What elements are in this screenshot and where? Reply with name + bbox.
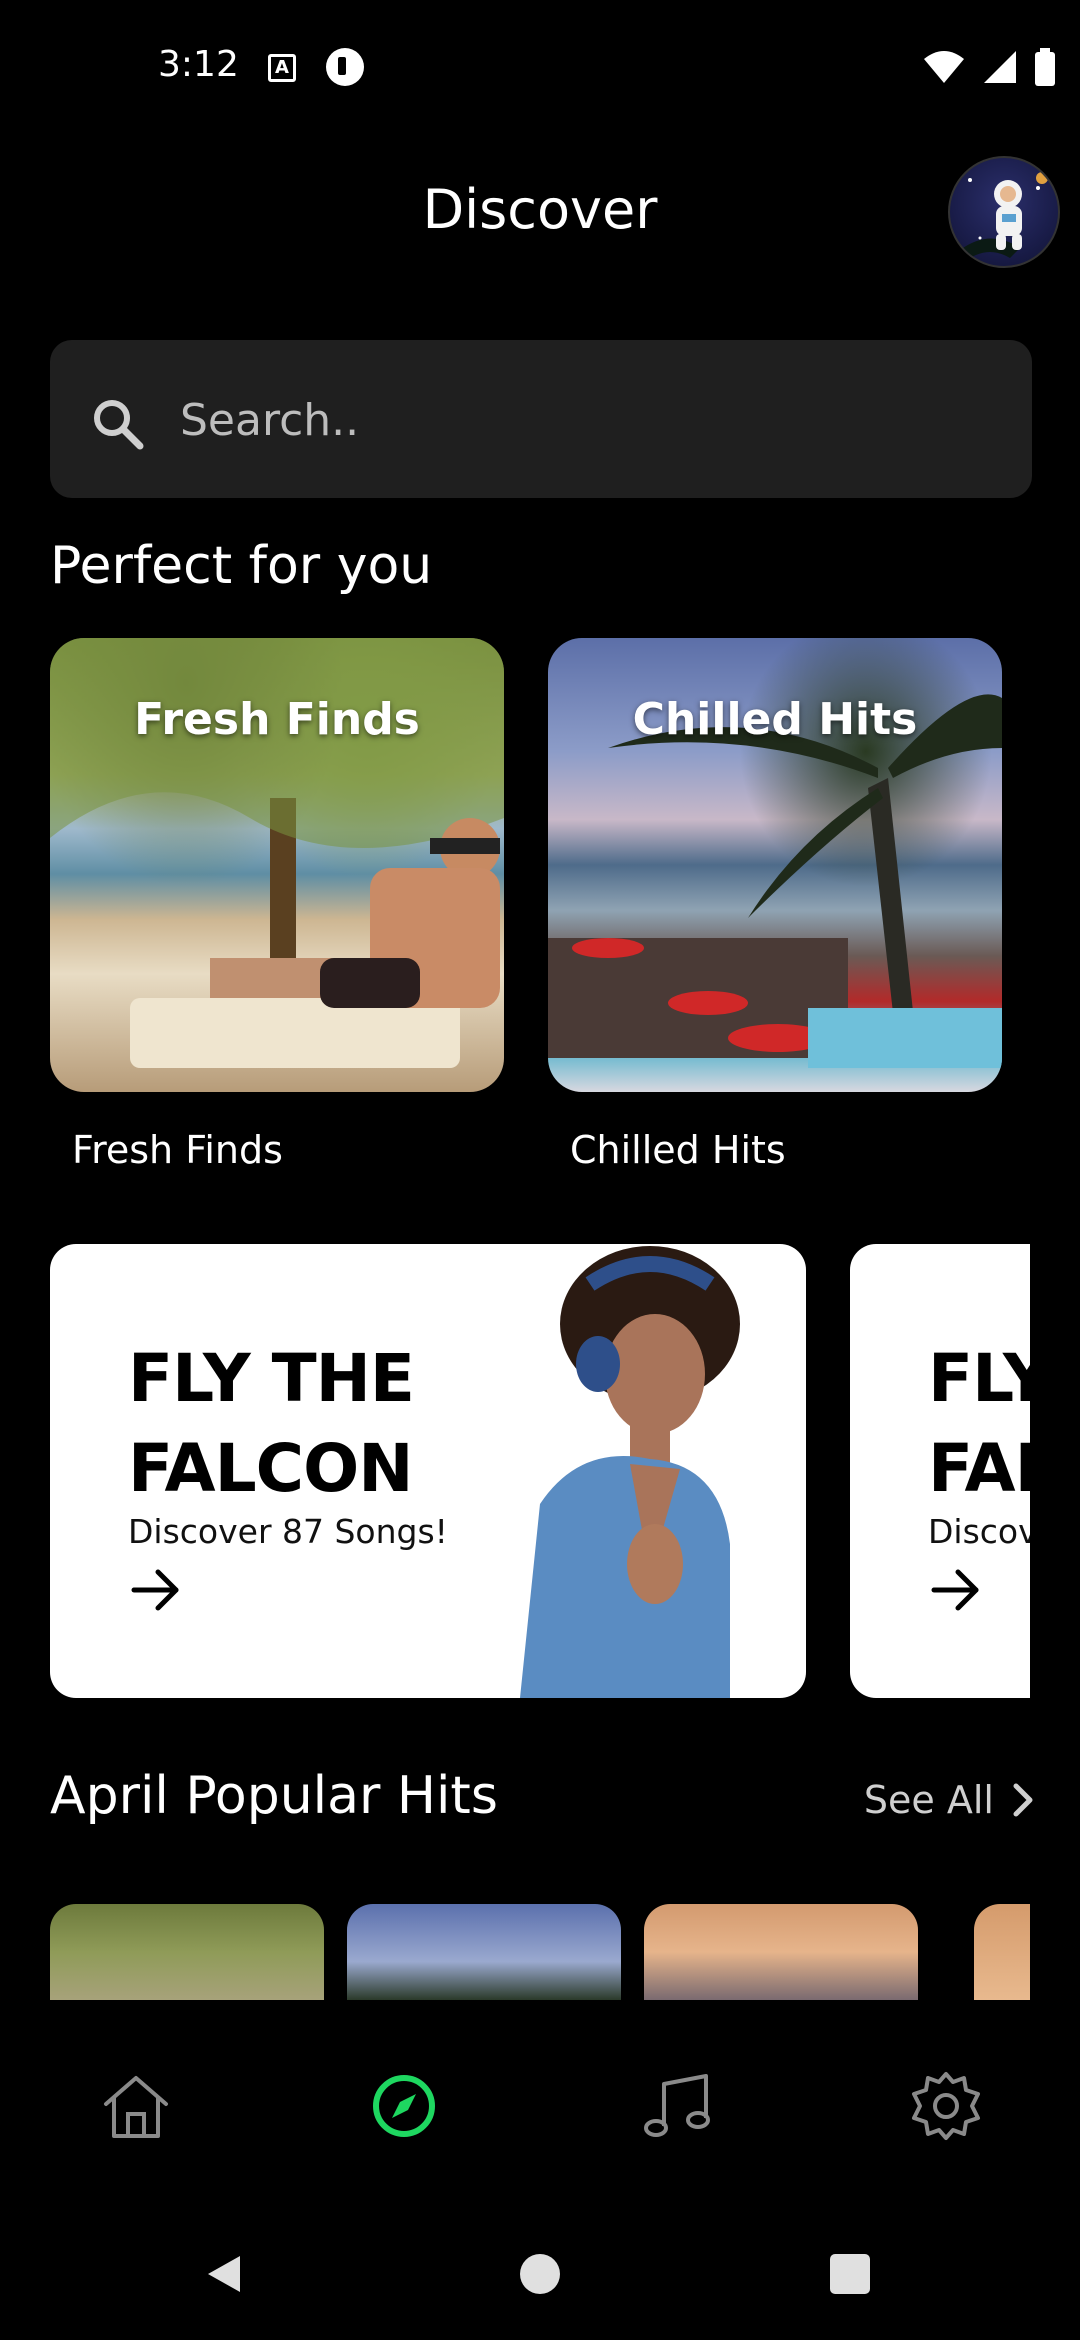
signal-icon [984, 51, 1016, 83]
playlist-label[interactable]: Fresh Finds [72, 1128, 283, 1172]
section-title-april-popular-hits: April Popular Hits [50, 1766, 498, 1826]
arrow-right-icon[interactable] [928, 1562, 984, 1618]
page-title: Discover [422, 178, 658, 241]
playlist-label[interactable]: Chilled Hits [570, 1128, 786, 1172]
hit-thumbnail[interactable] [644, 1904, 918, 2000]
hit-thumbnail[interactable] [347, 1904, 621, 2000]
playlist-card-chilled-hits[interactable]: Chilled Hits [548, 638, 1002, 1092]
a-badge-icon: A [268, 54, 296, 82]
section-title-perfect-for-you: Perfect for you [50, 536, 433, 596]
avatar[interactable] [948, 156, 1060, 268]
playlist-card-title: Chilled Hits [632, 694, 918, 745]
system-nav-bar [0, 2200, 1080, 2340]
status-icons [922, 48, 1056, 86]
astronaut-avatar-icon [960, 172, 1048, 258]
woman-headphones-image [520, 1246, 740, 1698]
battery-icon [1035, 48, 1055, 86]
status-bar: 3:12 A [0, 0, 1080, 138]
settings-icon[interactable] [906, 2066, 986, 2146]
see-all-link[interactable]: See All [864, 1778, 1036, 1822]
home-icon[interactable] [96, 2066, 176, 2146]
promo-banner[interactable]: FLY THE FALCON Discover 87 Songs! [50, 1244, 806, 1698]
playlist-card-title: Fresh Finds [134, 694, 420, 745]
back-icon[interactable] [200, 2250, 248, 2298]
banner-subtitle: Discover 87 Songs! [128, 1512, 448, 1551]
banner-subtitle: Discover 87 Songs! [928, 1512, 1030, 1551]
see-all-label: See All [863, 1778, 994, 1822]
banner-title: FLY THE FALCON [928, 1340, 1030, 1507]
status-time: 3:12 [158, 44, 239, 85]
hit-thumbnail[interactable] [974, 1904, 1030, 2000]
promo-banner[interactable]: FLY THE FALCON Discover 87 Songs! [850, 1244, 1030, 1698]
home-circle-icon[interactable] [518, 2252, 562, 2296]
banner-title: FLY THE FALCON [128, 1340, 415, 1507]
pocket-icon [326, 48, 364, 86]
chevron-right-icon [1013, 1783, 1033, 1817]
bottom-nav [0, 2010, 1080, 2200]
recents-icon[interactable] [828, 2252, 872, 2296]
music-note-icon[interactable] [636, 2066, 716, 2146]
search-box[interactable] [50, 340, 1032, 498]
hit-thumbnail[interactable] [50, 1904, 324, 2000]
search-icon [94, 400, 144, 450]
playlist-card-fresh-finds[interactable]: Fresh Finds [50, 638, 504, 1092]
search-input[interactable] [180, 390, 1000, 450]
arrow-right-icon[interactable] [128, 1562, 184, 1618]
compass-icon[interactable] [364, 2066, 444, 2146]
wifi-icon [924, 51, 964, 83]
